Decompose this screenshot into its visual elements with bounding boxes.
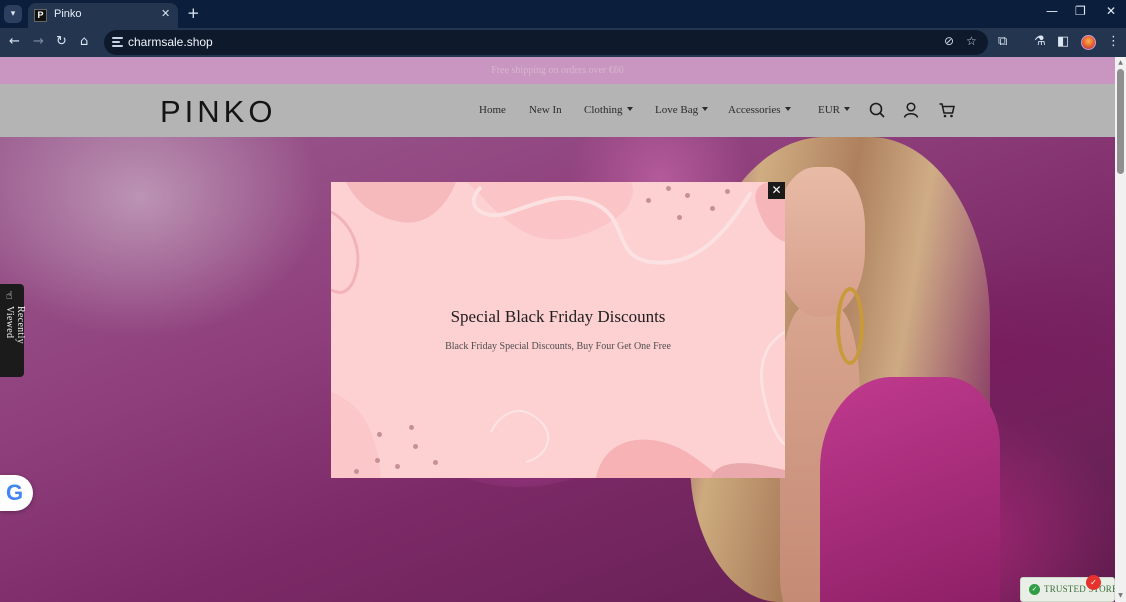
trusted-store-label: TRUSTED STORE: [1044, 584, 1118, 594]
caret-down-icon: [702, 107, 709, 112]
url-text[interactable]: charmsale.shop: [128, 35, 213, 49]
tab-favicon: P: [34, 9, 47, 22]
scroll-up-icon[interactable]: ▲: [1117, 59, 1124, 66]
plus-icon[interactable]: +: [187, 4, 200, 22]
popup-subtitle: Black Friday Special Discounts, Buy Four…: [445, 341, 671, 352]
hand-pointer-icon: ☝: [6, 289, 13, 302]
nav-clothing[interactable]: Clothing: [584, 104, 633, 116]
popup-decoration: [331, 182, 785, 478]
browser-toolbar: ← → ↻ ⌂ charmsale.shop ⊘ ☆ ⧉ ⚗ ◧ ⋮: [0, 28, 1126, 57]
profile-avatar[interactable]: [1081, 35, 1096, 50]
account-icon[interactable]: [901, 100, 921, 120]
nav-accessories[interactable]: Accessories: [728, 104, 791, 116]
browser-tab-bar: ▾ P Pinko ✕ + — ❐ ✕: [0, 0, 1126, 28]
chevron-down-icon[interactable]: ▾: [4, 5, 22, 23]
browser-tab[interactable]: P Pinko ✕: [28, 3, 178, 28]
earring: [836, 287, 864, 365]
caret-down-icon: [784, 107, 791, 112]
promo-popup: Special Black Friday Discounts Black Fri…: [331, 182, 785, 478]
eye-off-icon[interactable]: ⊘: [944, 34, 954, 48]
nav-love-bag[interactable]: Love Bag: [655, 104, 709, 116]
announcement-text: Free shipping on orders over €60: [491, 65, 624, 76]
close-icon[interactable]: ✕: [768, 182, 785, 199]
shield-check-icon: ✓: [1029, 584, 1040, 595]
caret-down-icon: [626, 107, 633, 112]
recently-viewed-tab[interactable]: ☝ Recently Viewed: [0, 284, 26, 377]
caret-down-icon: [844, 107, 850, 112]
currency-selector[interactable]: EUR: [818, 104, 850, 116]
google-logo-icon: G: [6, 480, 24, 505]
restore-icon[interactable]: ❐: [1075, 4, 1086, 18]
address-bar[interactable]: charmsale.shop ⊘ ☆: [104, 30, 988, 55]
kebab-menu-icon[interactable]: ⋮: [1107, 34, 1120, 49]
popup-title: Special Black Friday Discounts: [450, 307, 666, 326]
back-arrow-icon[interactable]: ←: [9, 33, 20, 51]
reload-icon[interactable]: ↻: [56, 33, 67, 51]
star-icon[interactable]: ☆: [966, 34, 977, 48]
tab-title: Pinko: [54, 8, 82, 20]
minimize-icon[interactable]: —: [1046, 4, 1058, 18]
home-icon[interactable]: ⌂: [80, 33, 88, 51]
announcement-bar: Free shipping on orders over €60: [0, 57, 1115, 84]
forward-arrow-icon[interactable]: →: [33, 33, 44, 51]
tune-icon[interactable]: [112, 36, 123, 47]
nav-new-in[interactable]: New In: [529, 104, 562, 116]
side-panel-icon[interactable]: ◧: [1057, 34, 1069, 49]
notification-icon[interactable]: ✓: [1086, 575, 1101, 590]
close-icon[interactable]: ✕: [1106, 4, 1116, 18]
scroll-down-icon[interactable]: ▼: [1117, 592, 1124, 599]
puzzle-icon[interactable]: ⧉: [998, 34, 1007, 49]
search-icon[interactable]: [867, 100, 887, 120]
site-header: PINKO Home New In Clothing Love Bag Acce…: [0, 84, 1115, 137]
close-icon[interactable]: ✕: [161, 7, 170, 20]
nav-home[interactable]: Home: [479, 104, 506, 116]
flask-icon[interactable]: ⚗: [1034, 34, 1046, 49]
site-logo[interactable]: PINKO: [160, 94, 276, 130]
model-garment: [820, 377, 1000, 602]
cart-icon[interactable]: [937, 100, 957, 120]
page-scrollbar[interactable]: ▲ ▼: [1115, 57, 1126, 602]
scrollbar-thumb[interactable]: [1117, 69, 1124, 174]
recently-viewed-label: Recently Viewed: [4, 306, 26, 344]
